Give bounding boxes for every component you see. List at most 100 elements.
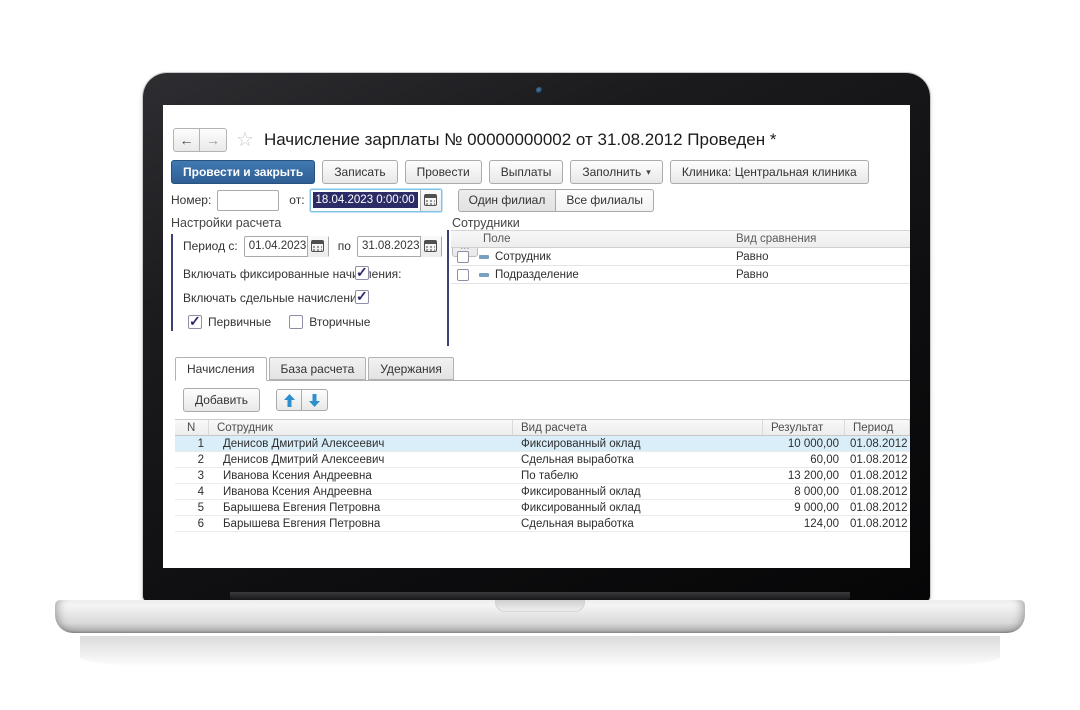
tab-deductions[interactable]: Удержания <box>368 357 454 380</box>
all-branches-button[interactable]: Все филиалы <box>556 189 654 212</box>
filter-row-department[interactable]: Подразделение Равно <box>451 266 910 284</box>
page-title: Начисление зарплаты № 00000000002 от 31.… <box>264 130 777 150</box>
tab-calc-base[interactable]: База расчета <box>269 357 367 380</box>
document-fields-row: Номер: от: 18.04.2023 0:00:00 Один филиа… <box>171 189 654 211</box>
period-from-calendar-button[interactable] <box>307 236 328 257</box>
employees-table-header: Поле Вид сравнения <box>451 230 910 248</box>
one-branch-button[interactable]: Один филиал <box>458 189 557 212</box>
calendar-icon <box>424 194 437 206</box>
filter-employee-checkbox[interactable] <box>457 251 469 263</box>
row-calc-type: По табелю <box>513 470 763 482</box>
primary-checkbox[interactable] <box>188 315 202 329</box>
table-row[interactable]: 6 Барышева Евгения Петровна Сдельная выр… <box>175 516 910 532</box>
back-button[interactable]: ← <box>173 128 200 152</box>
row-period: 01.08.2012 <box>845 486 910 498</box>
table-row[interactable]: 2 Денисов Дмитрий Алексеевич Сдельная вы… <box>175 452 910 468</box>
laptop-bezel: ← → ☆ Начисление зарплаты № 00000000002 … <box>143 73 930 602</box>
row-employee: Денисов Дмитрий Алексеевич <box>209 454 513 466</box>
row-calc-type: Фиксированный оклад <box>513 502 763 514</box>
laptop-shadow <box>80 636 1000 678</box>
filter-department-checkbox[interactable] <box>457 269 469 281</box>
filter-field-name: Сотрудник <box>495 251 551 263</box>
move-up-icon <box>284 394 295 407</box>
clinic-button[interactable]: Клиника: Центральная клиника <box>670 160 869 184</box>
number-input[interactable] <box>217 190 279 211</box>
employees-filter-table: Поле Вид сравнения Сотрудник Равно <box>451 230 910 284</box>
move-down-button[interactable] <box>302 389 328 411</box>
row-result: 13 200,00 <box>763 470 845 482</box>
filter-comparison: Равно <box>730 251 910 263</box>
field-column-header: Поле <box>451 233 730 245</box>
row-period: 01.08.2012 <box>845 518 910 530</box>
table-row[interactable]: 3 Иванова Ксения Андреевна По табелю 13 … <box>175 468 910 484</box>
period-to-value: 31.08.2023 <box>358 240 420 252</box>
filter-comparison: Равно <box>730 269 910 281</box>
include-piecework-checkbox[interactable] <box>355 290 369 304</box>
row-employee: Иванова Ксения Андреевна <box>209 470 513 482</box>
table-row[interactable]: 1 Денисов Дмитрий Алексеевич Фиксированн… <box>175 436 910 452</box>
row-result: 9 000,00 <box>763 502 845 514</box>
fill-label: Заполнить <box>582 165 641 179</box>
move-buttons <box>276 389 328 411</box>
settings-group-title: Настройки расчета <box>171 216 281 230</box>
include-piecework-row: Включать сдельные начисления: <box>183 287 367 309</box>
nav-row: ← → ☆ Начисление зарплаты № 00000000002 … <box>173 127 776 153</box>
row-period: 01.08.2012 <box>845 470 910 482</box>
column-header-n: N <box>175 420 209 435</box>
add-button[interactable]: Добавить <box>183 388 260 412</box>
row-employee: Денисов Дмитрий Алексеевич <box>209 438 513 450</box>
write-button[interactable]: Записать <box>322 160 397 184</box>
row-employee: Иванова Ксения Андреевна <box>209 486 513 498</box>
include-piecework-label: Включать сдельные начисления: <box>183 291 367 305</box>
period-to-field[interactable]: 31.08.2023 <box>357 236 442 257</box>
table-command-bar: Добавить <box>183 388 328 412</box>
back-arrow-icon: ← <box>180 132 194 148</box>
post-and-close-button[interactable]: Провести и закрыть <box>171 160 315 184</box>
move-up-button[interactable] <box>276 389 302 411</box>
row-number: 5 <box>175 502 209 514</box>
row-calc-type: Сдельная выработка <box>513 518 763 530</box>
tab-accruals[interactable]: Начисления <box>175 357 267 381</box>
table-row[interactable]: 4 Иванова Ксения Андреевна Фиксированный… <box>175 484 910 500</box>
column-header-result: Результат <box>763 420 845 435</box>
row-period: 01.08.2012 <box>845 438 910 450</box>
row-period: 01.08.2012 <box>845 502 910 514</box>
laptop-lid-notch <box>495 600 585 612</box>
field-dash-icon <box>479 255 489 259</box>
favorite-star-icon[interactable]: ☆ <box>236 130 254 150</box>
laptop-base <box>55 600 1025 633</box>
employees-group-line <box>447 230 449 346</box>
row-employee: Барышева Евгения Петровна <box>209 502 513 514</box>
date-calendar-button[interactable] <box>420 190 441 211</box>
period-to-calendar-button[interactable] <box>420 236 441 257</box>
row-calc-type: Сдельная выработка <box>513 454 763 466</box>
period-from-value: 01.04.2023 <box>245 240 307 252</box>
settings-group-line <box>171 234 173 331</box>
fill-menu-button[interactable]: Заполнить ▾ <box>570 160 662 184</box>
row-period: 01.08.2012 <box>845 454 910 466</box>
row-calc-type: Фиксированный оклад <box>513 438 763 450</box>
secondary-checkbox[interactable] <box>289 315 303 329</box>
document-date-field[interactable]: 18.04.2023 0:00:00 <box>310 189 442 212</box>
calendar-icon <box>311 240 324 252</box>
column-header-employee: Сотрудник <box>209 420 513 435</box>
column-header-period: Период <box>845 420 910 435</box>
row-number: 4 <box>175 486 209 498</box>
post-button[interactable]: Провести <box>405 160 482 184</box>
date-selected-text: 18.04.2023 0:00:00 <box>313 192 418 208</box>
row-employee: Барышева Евгения Петровна <box>209 518 513 530</box>
filter-field-name: Подразделение <box>495 269 579 281</box>
table-row[interactable]: 5 Барышева Евгения Петровна Фиксированны… <box>175 500 910 516</box>
period-row: Период с: 01.04.2023 по 31.08.2023 ... <box>183 235 478 257</box>
row-number: 1 <box>175 438 209 450</box>
period-from-field[interactable]: 01.04.2023 <box>244 236 329 257</box>
forward-button[interactable]: → <box>200 128 227 152</box>
row-result: 60,00 <box>763 454 845 466</box>
include-fixed-checkbox[interactable] <box>355 266 369 280</box>
payments-button[interactable]: Выплаты <box>489 160 564 184</box>
filter-row-employee[interactable]: Сотрудник Равно <box>451 248 910 266</box>
accruals-table: N Сотрудник Вид расчета Результат Период… <box>175 419 910 532</box>
app-window: ← → ☆ Начисление зарплаты № 00000000002 … <box>163 105 910 568</box>
comparison-column-header: Вид сравнения <box>730 233 910 245</box>
number-label: Номер: <box>171 193 211 207</box>
